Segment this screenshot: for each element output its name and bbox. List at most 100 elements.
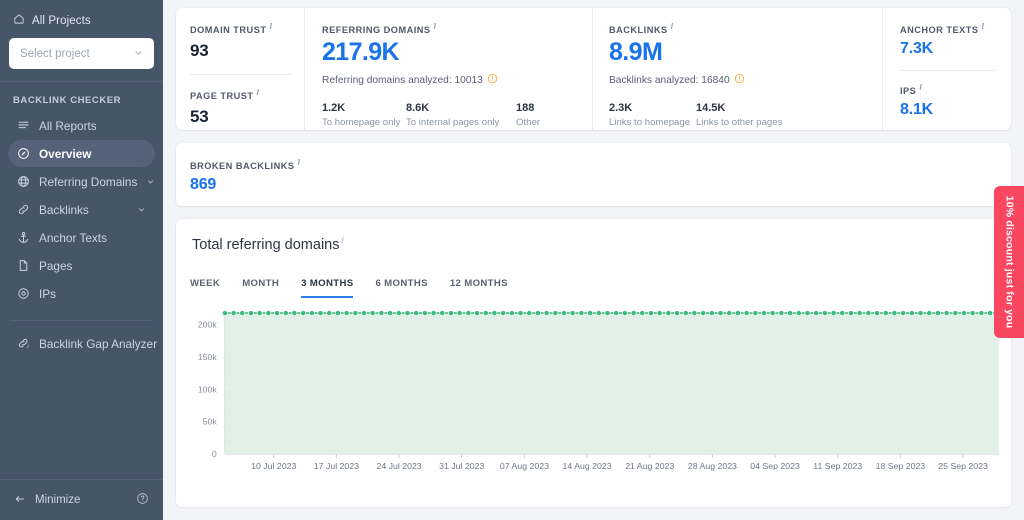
overview-icon <box>16 147 30 160</box>
sidebar-item-referring-domains[interactable]: Referring Domains <box>8 168 155 195</box>
svg-text:11 Sep 2023: 11 Sep 2023 <box>813 461 862 471</box>
referring-domains-value: 217.9K <box>322 38 400 67</box>
link-icon <box>16 203 30 216</box>
svg-text:21 Aug 2023: 21 Aug 2023 <box>625 461 674 471</box>
backlinks-column: BACKLINKS i 8.9M Backlinks analyzed: 1684… <box>592 8 882 130</box>
tab-month[interactable]: MONTH <box>242 278 279 298</box>
domain-trust-value: 93 <box>190 41 209 61</box>
project-select[interactable]: Select project <box>9 38 154 69</box>
breakdown-item: 2.3K Links to homepage <box>609 102 691 129</box>
sidebar-item-anchor-texts[interactable]: Anchor Texts <box>8 224 155 251</box>
main-content: DOMAIN TRUST i 93 PAGE TRUST i 53 REFERRIN… <box>163 0 1024 520</box>
anchor-ips-column: ANCHOR TEXTS i 7.3K IPS i 8.1K <box>882 8 1011 130</box>
sidebar-footer: Minimize <box>0 479 163 520</box>
gap-analyzer-icon <box>16 337 30 350</box>
sidebar-item-label: Anchor Texts <box>39 230 107 245</box>
referring-domains-line-chart: 0 50k 100k 150k 200k 10 Jul 2023 17 Jul 2023 24… <box>198 310 1002 471</box>
chevron-down-icon <box>146 175 155 189</box>
list-icon <box>16 119 30 132</box>
broken-backlinks-value: 869 <box>190 176 217 194</box>
svg-text:200k: 200k <box>198 320 218 330</box>
page-icon <box>16 259 30 272</box>
warning-icon[interactable] <box>734 73 745 87</box>
referring-domains-analyzed: Referring domains analyzed: 10013 <box>322 73 580 87</box>
referring-domains-column: REFERRING DOMAINS i 217.9K Referring doma… <box>304 8 592 130</box>
referring-domains-breakdown: 1.2K To homepage only 8.6K To internal p… <box>322 102 580 128</box>
breakdown-item: 8.6K To internal pages only <box>406 102 500 129</box>
sidebar-item-label: Overview <box>39 146 92 161</box>
project-select-placeholder: Select project <box>20 47 90 60</box>
breakdown-item: 188 Other <box>516 102 540 129</box>
svg-text:24 Jul 2023: 24 Jul 2023 <box>376 461 421 471</box>
tab-week[interactable]: WEEK <box>190 278 220 298</box>
sidebar-item-overview[interactable]: Overview <box>8 140 155 167</box>
info-icon[interactable]: i <box>269 21 272 31</box>
promo-label: 10% discount just for you <box>1003 195 1016 329</box>
svg-text:25 Sep 2023: 25 Sep 2023 <box>938 461 988 471</box>
backlinks-label: BACKLINKS i <box>609 21 674 36</box>
info-icon[interactable]: i <box>981 21 984 31</box>
backlinks-analyzed: Backlinks analyzed: 16840 <box>609 73 870 87</box>
chart-period-tabs: WEEK MONTH 3 MONTHS 6 MONTHS 12 MONTHS <box>176 265 1011 298</box>
tab-6-months[interactable]: 6 MONTHS <box>375 278 427 298</box>
ips-label: IPS i <box>900 82 923 97</box>
svg-text:150k: 150k <box>198 352 218 362</box>
info-icon[interactable]: i <box>671 21 674 31</box>
svg-text:14 Aug 2023: 14 Aug 2023 <box>563 461 612 471</box>
info-icon[interactable]: i <box>919 82 922 92</box>
trust-metrics-column: DOMAIN TRUST i 93 PAGE TRUST i 53 <box>176 8 304 130</box>
sidebar-item-all-reports[interactable]: All Reports <box>8 112 155 139</box>
sidebar-item-label: IPs <box>39 286 57 301</box>
sidebar-section-title: BACKLINK CHECKER <box>13 95 122 106</box>
tab-3-months[interactable]: 3 MONTHS <box>301 278 354 298</box>
divider <box>190 74 292 76</box>
svg-text:100k: 100k <box>198 384 218 394</box>
sidebar-item-label: Backlinks <box>39 202 89 217</box>
sidebar: All Projects Select project BACKLINK CHE… <box>0 0 163 520</box>
svg-text:17 Jul 2023: 17 Jul 2023 <box>314 461 359 471</box>
svg-text:18 Sep 2023: 18 Sep 2023 <box>876 461 926 471</box>
sidebar-item-backlink-gap-analyzer[interactable]: Backlink Gap Analyzer <box>8 330 158 357</box>
sidebar-item-ips[interactable]: IPs <box>8 280 155 307</box>
warning-icon[interactable] <box>487 73 498 87</box>
all-projects-label: All Projects <box>32 14 91 27</box>
broken-backlinks-label: BROKEN BACKLINKS i <box>190 157 301 172</box>
backlinks-breakdown: 2.3K Links to homepage 14.5K Links to ot… <box>609 102 870 128</box>
referring-domains-label: REFERRING DOMAINS i <box>322 21 437 36</box>
sidebar-nav: All Reports Overview Referring Domains B… <box>0 112 163 308</box>
anchor-icon <box>16 231 30 244</box>
discount-promo-banner[interactable]: 10% discount just for you <box>994 186 1024 338</box>
arrow-left-icon <box>14 493 26 508</box>
app-root: All Projects Select project BACKLINK CHE… <box>0 0 1024 520</box>
home-icon <box>13 13 25 28</box>
page-trust-value: 53 <box>190 107 209 127</box>
svg-text:50k: 50k <box>203 417 218 427</box>
sidebar-nav-secondary: Backlink Gap Analyzer <box>0 321 163 358</box>
svg-text:31 Jul 2023: 31 Jul 2023 <box>439 461 484 471</box>
help-icon[interactable] <box>136 492 149 508</box>
chart-title: Total referring domains i <box>192 235 344 253</box>
info-icon[interactable]: i <box>342 235 344 245</box>
anchor-texts-value: 7.3K <box>900 40 933 58</box>
svg-text:28 Aug 2023: 28 Aug 2023 <box>688 461 737 471</box>
svg-text:0: 0 <box>212 449 217 459</box>
info-icon[interactable]: i <box>297 157 300 167</box>
chevron-down-icon <box>137 203 146 217</box>
chart-plot-area: REFERRING DOMAINS 050k100k150k200k10 Jul… <box>176 305 1011 480</box>
minimize-label[interactable]: Minimize <box>35 494 80 506</box>
ip-icon <box>16 287 30 300</box>
sidebar-item-backlinks[interactable]: Backlinks <box>8 196 155 223</box>
divider <box>900 70 997 72</box>
metrics-summary-card: DOMAIN TRUST i 93 PAGE TRUST i 53 REFERRIN… <box>176 8 1011 130</box>
chart-header: Total referring domains i <box>176 219 1011 265</box>
sidebar-item-label: Backlink Gap Analyzer <box>39 336 158 351</box>
tab-12-months[interactable]: 12 MONTHS <box>450 278 508 298</box>
anchor-texts-label: ANCHOR TEXTS i <box>900 21 985 36</box>
all-projects-link[interactable]: All Projects <box>9 10 154 37</box>
ips-value: 8.1K <box>900 101 933 119</box>
info-icon[interactable]: i <box>434 21 437 31</box>
sidebar-item-label: Referring Domains <box>39 174 138 189</box>
info-icon[interactable]: i <box>257 87 260 97</box>
sidebar-item-pages[interactable]: Pages <box>8 252 155 279</box>
chevron-down-icon <box>133 47 144 61</box>
